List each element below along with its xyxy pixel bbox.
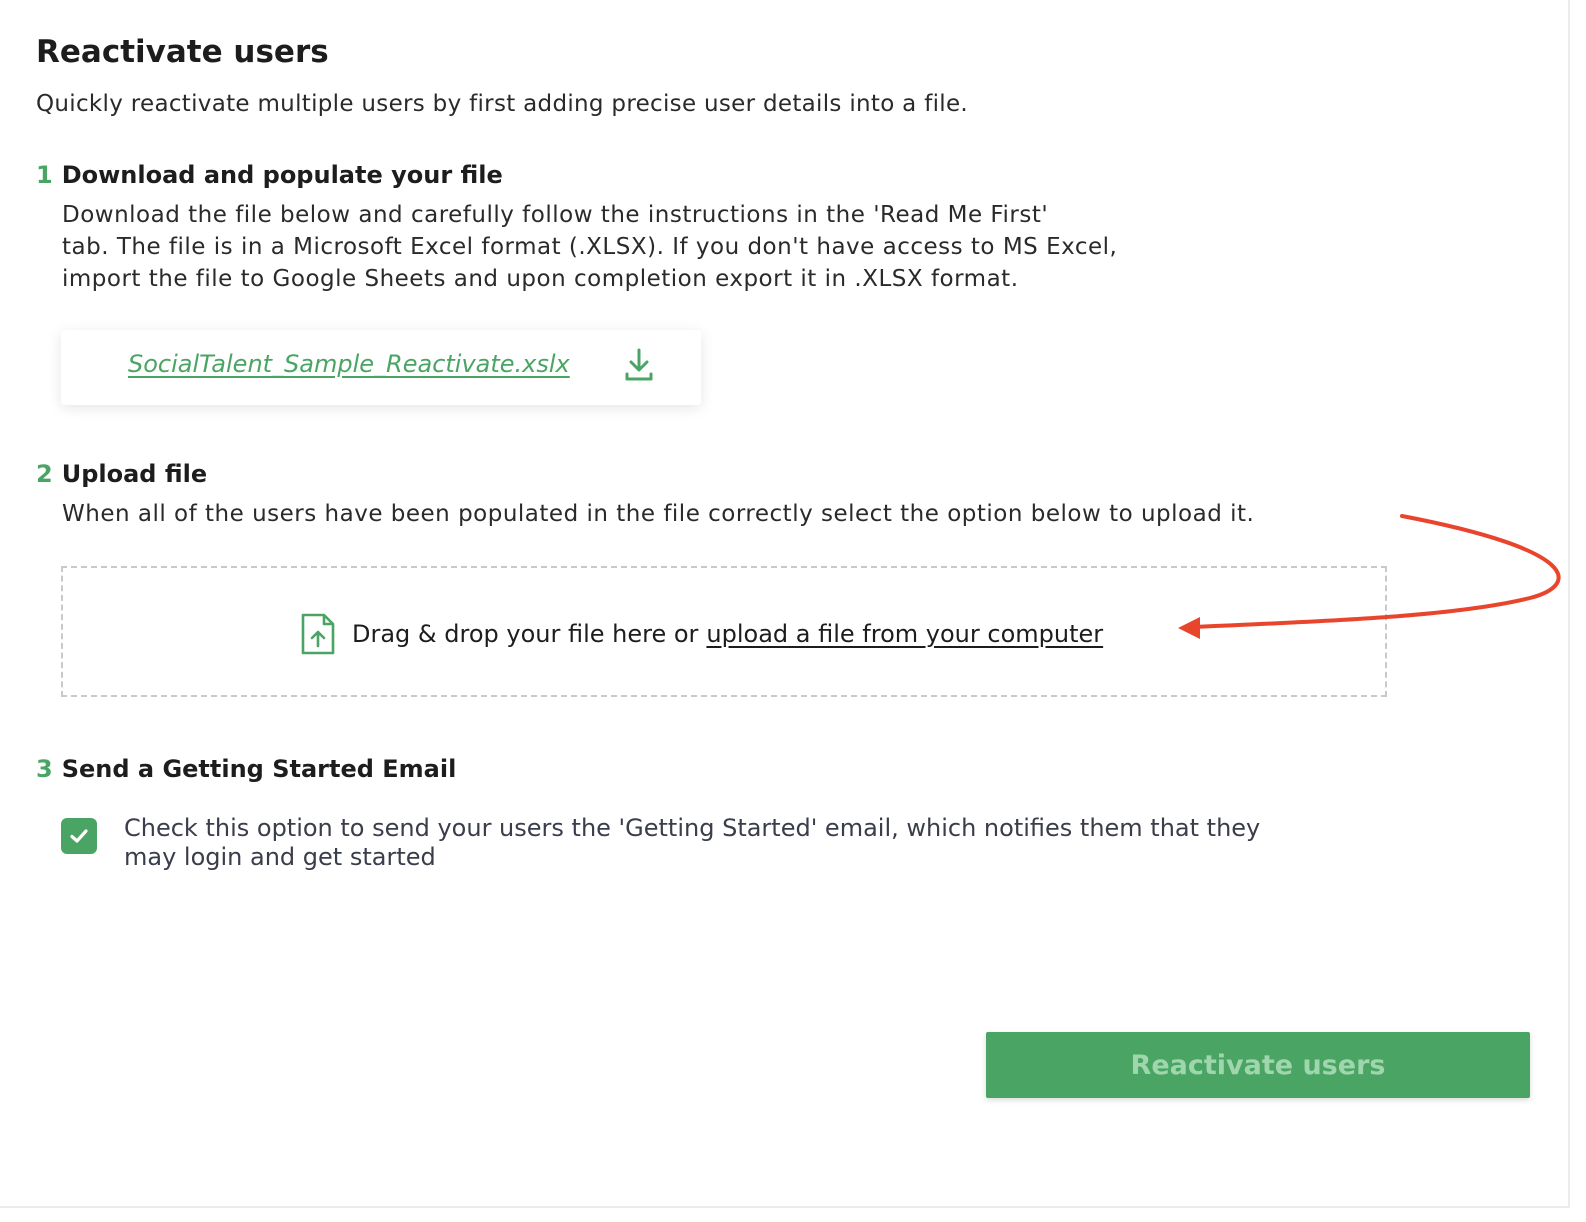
checkmark-icon: [70, 829, 88, 843]
page-title: Reactivate users: [36, 34, 329, 70]
getting-started-email-label: Check this option to send your users the…: [124, 814, 1324, 872]
reactivate-users-panel: Reactivate users Quickly reactivate mult…: [0, 0, 1570, 1208]
page-subtitle: Quickly reactivate multiple users by fir…: [36, 91, 969, 117]
getting-started-email-checkbox[interactable]: [61, 818, 97, 854]
step-1-description-line: Download the file below and carefully fo…: [62, 202, 1049, 228]
step-2-number: 2: [36, 460, 53, 488]
upload-from-computer-link[interactable]: upload a file from your computer: [706, 620, 1103, 648]
download-icon[interactable]: [624, 347, 654, 383]
step-3-heading: 3 Send a Getting Started Email: [36, 755, 456, 783]
step-3-title: Send a Getting Started Email: [61, 755, 457, 783]
step-2-title: Upload file: [61, 460, 208, 488]
file-upload-icon: [301, 613, 335, 655]
download-file-card: SocialTalent_Sample_Reactivate.xslx: [61, 330, 701, 405]
sample-file-download-link[interactable]: SocialTalent_Sample_Reactivate.xslx: [128, 350, 570, 378]
step-1-number: 1: [36, 161, 53, 189]
step-1-description-line: tab. The file is in a Microsoft Excel fo…: [62, 234, 1118, 260]
reactivate-users-button[interactable]: Reactivate users: [986, 1032, 1530, 1098]
dropzone-text: Drag & drop your file here or: [352, 620, 699, 648]
checkbox-label-line: Check this option to send your users the…: [124, 814, 1261, 842]
step-3-number: 3: [36, 755, 53, 783]
step-1-description: Download the file below and carefully fo…: [62, 199, 1117, 295]
checkbox-label-line: may login and get started: [124, 843, 436, 871]
step-1-heading: 1 Download and populate your file: [36, 161, 503, 189]
annotation-arrow: [1178, 514, 1561, 639]
step-2-heading: 2 Upload file: [36, 460, 207, 488]
dropzone-content: Drag & drop your file here or upload a f…: [300, 612, 1103, 656]
step-2-description: When all of the users have been populate…: [62, 501, 1255, 527]
step-1-title: Download and populate your file: [61, 161, 503, 189]
step-1-description-line: import the file to Google Sheets and upo…: [62, 266, 1019, 292]
